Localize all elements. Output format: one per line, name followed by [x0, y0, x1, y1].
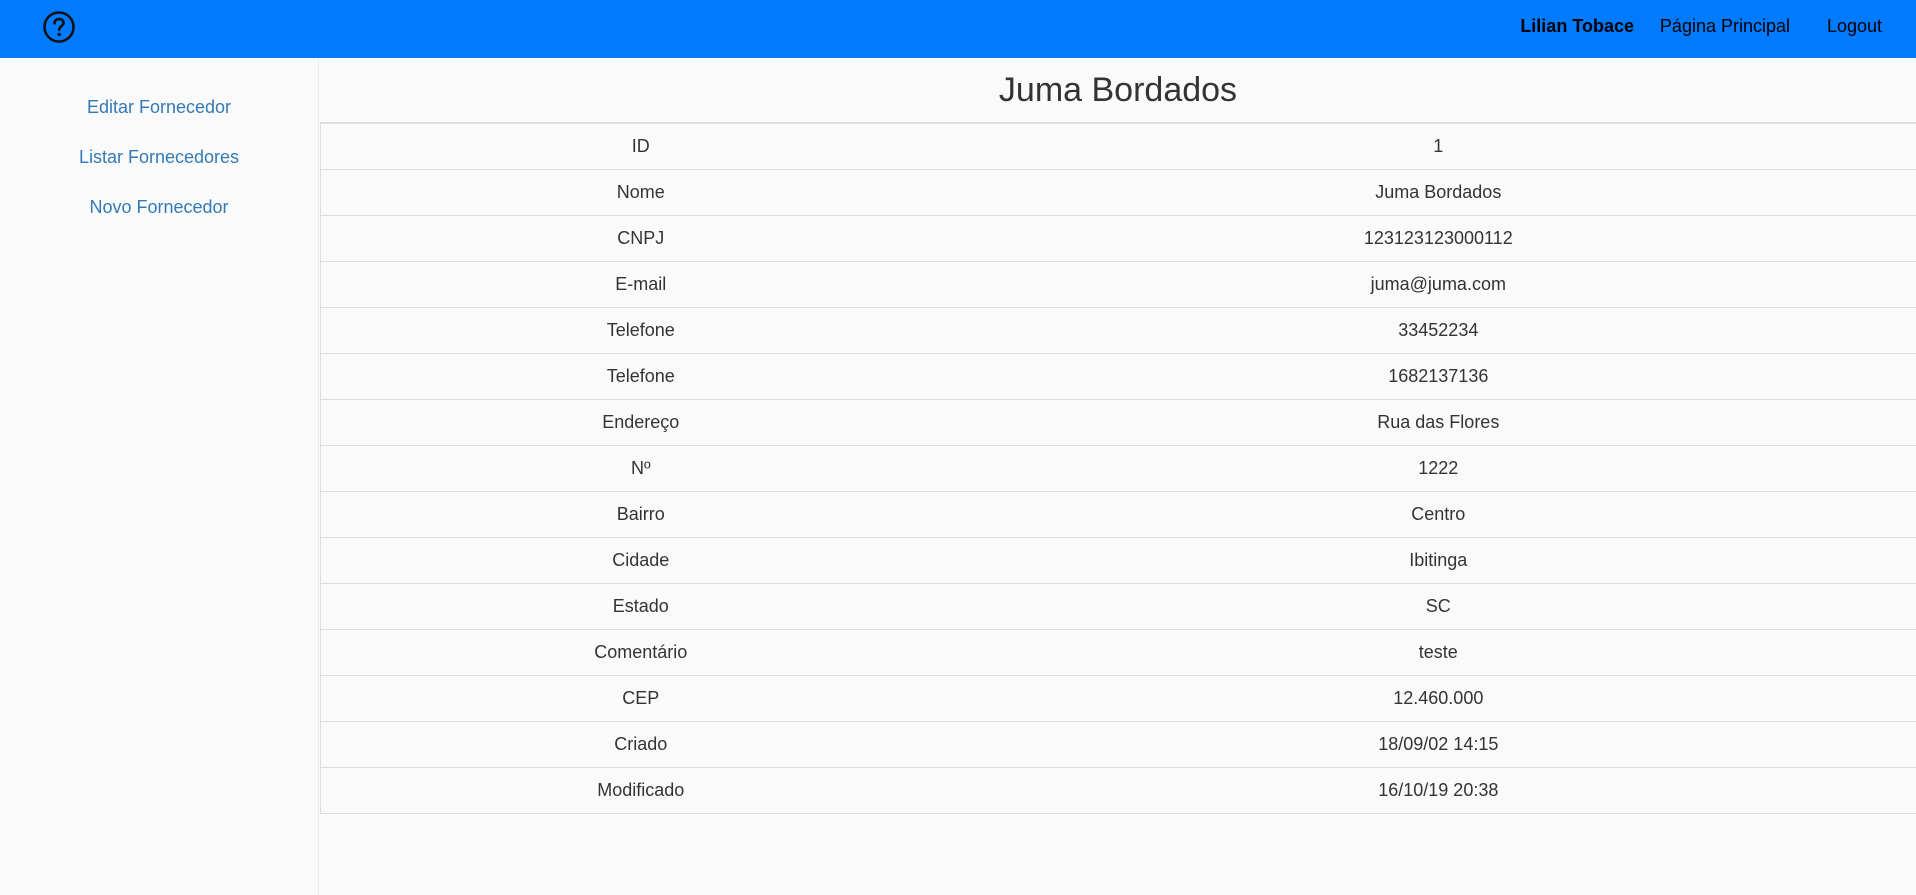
table-row: E-mail juma@juma.com — [320, 261, 1916, 308]
field-label: Estado — [320, 583, 961, 630]
field-label: Cidade — [320, 537, 961, 584]
field-label: Telefone — [320, 353, 961, 400]
logged-user-name: Lilian Tobace — [1520, 16, 1634, 36]
table-row: CNPJ 123123123000112 — [320, 215, 1916, 262]
home-link[interactable]: Página Principal — [1660, 16, 1790, 37]
top-navbar: Lilian Tobace Página Principal Logout — [0, 0, 1916, 58]
table-row: Endereço Rua das Flores — [320, 399, 1916, 446]
supplier-details-table: ID 1 Nome Juma Bordados CNPJ 123123123000112 E… — [320, 123, 1916, 814]
field-value: 1222 — [960, 445, 1916, 492]
page-title: Juma Bordados — [320, 58, 1916, 123]
field-value: 16/10/19 20:38 — [960, 767, 1916, 814]
sidebar-item-new-supplier[interactable]: Novo Fornecedor — [0, 197, 318, 218]
field-label: Nº — [320, 445, 961, 492]
sidebar: Editar Fornecedor Listar Fornecedores No… — [0, 58, 319, 895]
field-value: Ibitinga — [960, 537, 1916, 584]
field-value: SC — [960, 583, 1916, 630]
field-value: 12.460.000 — [960, 675, 1916, 722]
table-row: Nº 1222 — [320, 445, 1916, 492]
table-row: Modificado 16/10/19 20:38 — [320, 767, 1916, 814]
field-value: juma@juma.com — [960, 261, 1916, 308]
sidebar-item-list-suppliers[interactable]: Listar Fornecedores — [0, 147, 318, 168]
table-row: Nome Juma Bordados — [320, 169, 1916, 216]
field-label: Nome — [320, 169, 961, 216]
field-value: 1682137136 — [960, 353, 1916, 400]
table-row: Comentário teste — [320, 629, 1916, 676]
field-label: Comentário — [320, 629, 961, 676]
field-value: 33452234 — [960, 307, 1916, 354]
table-row: Cidade Ibitinga — [320, 537, 1916, 584]
field-label: ID — [320, 123, 961, 170]
field-value: Rua das Flores — [960, 399, 1916, 446]
field-value: 1 — [960, 123, 1916, 170]
field-value: teste — [960, 629, 1916, 676]
table-row: ID 1 — [320, 123, 1916, 170]
table-row: Estado SC — [320, 583, 1916, 630]
main-content: Juma Bordados ID 1 Nome Juma Bordados CNPJ 12… — [320, 58, 1916, 814]
field-label: E-mail — [320, 261, 961, 308]
sidebar-item-edit-supplier[interactable]: Editar Fornecedor — [0, 97, 318, 118]
field-label: Criado — [320, 721, 961, 768]
field-value: Centro — [960, 491, 1916, 538]
table-row: CEP 12.460.000 — [320, 675, 1916, 722]
field-label: CNPJ — [320, 215, 961, 262]
table-row: Telefone 1682137136 — [320, 353, 1916, 400]
help-circle-icon[interactable] — [42, 10, 76, 44]
field-label: Modificado — [320, 767, 961, 814]
table-row: Criado 18/09/02 14:15 — [320, 721, 1916, 768]
field-value: 123123123000112 — [960, 215, 1916, 262]
table-row: Bairro Centro — [320, 491, 1916, 538]
table-row: Telefone 33452234 — [320, 307, 1916, 354]
field-label: Endereço — [320, 399, 961, 446]
field-label: Telefone — [320, 307, 961, 354]
field-value: 18/09/02 14:15 — [960, 721, 1916, 768]
field-label: CEP — [320, 675, 961, 722]
field-value: Juma Bordados — [960, 169, 1916, 216]
field-label: Bairro — [320, 491, 961, 538]
logout-link[interactable]: Logout — [1827, 16, 1882, 37]
